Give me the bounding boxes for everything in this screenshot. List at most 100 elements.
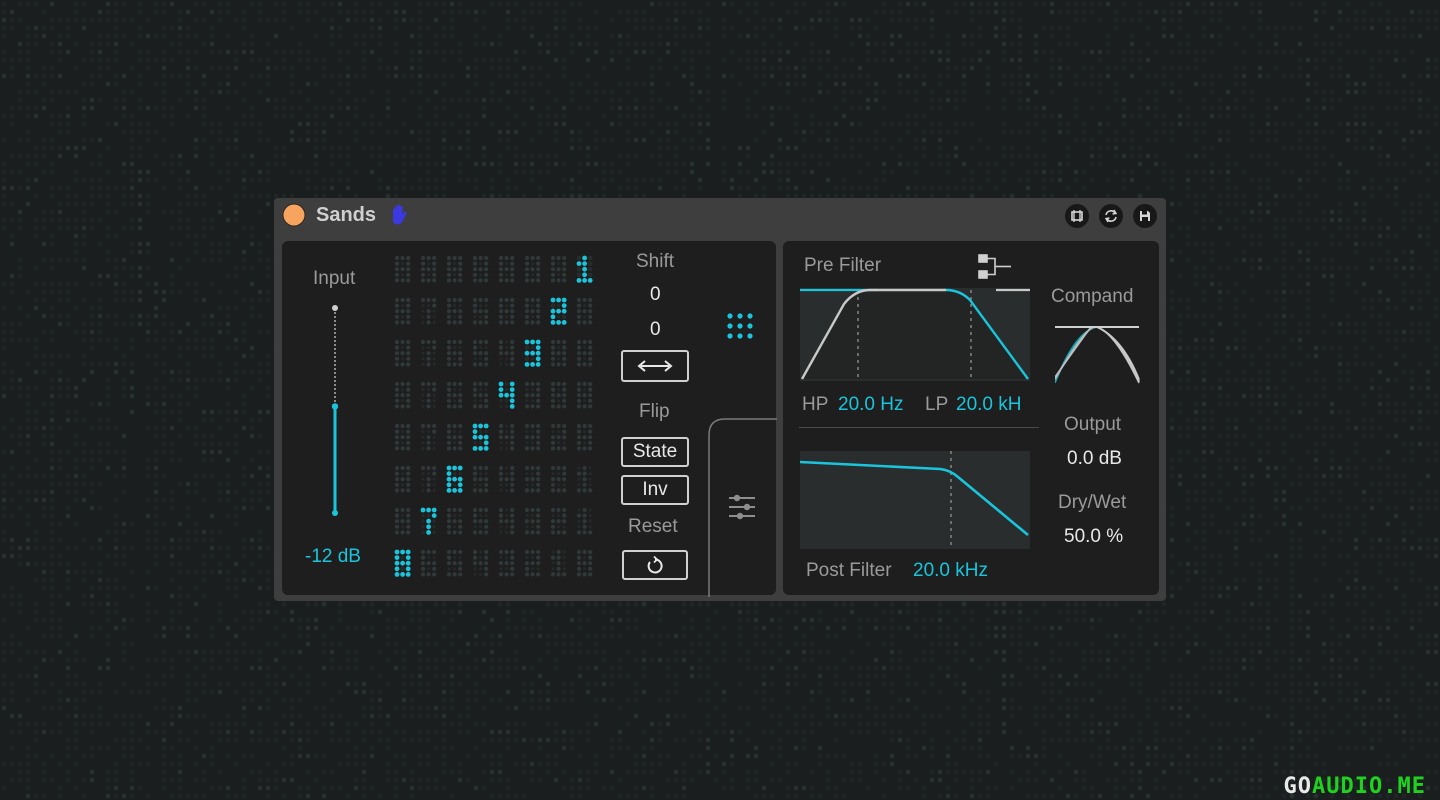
- post-filter-value[interactable]: 20.0 kHz: [913, 560, 988, 582]
- input-slider[interactable]: [328, 303, 342, 519]
- ghost-digit: [472, 549, 489, 577]
- ghost-digit: [420, 255, 437, 283]
- grid-dots-icon[interactable]: [726, 312, 758, 344]
- reset-button[interactable]: [622, 550, 688, 580]
- right-panel: Pre Filter HP 20.0 Hz LP 20.0 kH Post Fi…: [783, 241, 1159, 595]
- band-digit-2: [550, 297, 567, 325]
- ghost-digit: [498, 339, 515, 367]
- ghost-digit: [498, 423, 515, 451]
- ghost-digit: [394, 381, 411, 409]
- device-power-button[interactable]: [282, 203, 306, 227]
- pre-filter-label: Pre Filter: [804, 255, 882, 276]
- compand-label: Compand: [1051, 286, 1134, 307]
- freeze-button[interactable]: [1065, 204, 1089, 228]
- ghost-digit: [524, 255, 541, 283]
- ghost-digit: [472, 507, 489, 535]
- ghost-digit: [394, 423, 411, 451]
- ghost-digit: [524, 507, 541, 535]
- hot-swap-icon: [1104, 209, 1118, 223]
- save-preset-button[interactable]: [1133, 204, 1157, 228]
- ghost-digit: [420, 549, 437, 577]
- band-digit-4: [498, 381, 515, 409]
- output-value[interactable]: 0.0 dB: [1067, 448, 1122, 470]
- ghost-digit: [550, 381, 567, 409]
- ghost-digit: [576, 549, 593, 577]
- ghost-digit: [472, 255, 489, 283]
- ghost-digit: [576, 297, 593, 325]
- ghost-digit: [472, 297, 489, 325]
- input-label: Input: [313, 268, 356, 289]
- ghost-digit: [420, 465, 437, 493]
- ghost-digit: [394, 339, 411, 367]
- left-panel: Input -12 dB 1 2 3 4 5 6 7 8 Shift 0 0: [282, 241, 777, 597]
- reset-label: Reset: [628, 516, 678, 537]
- output-label: Output: [1064, 414, 1122, 435]
- band-shift-matrix[interactable]: [394, 251, 604, 587]
- flip-label: Flip: [639, 401, 670, 422]
- ghost-digit: [524, 549, 541, 577]
- hot-swap-button[interactable]: [1099, 204, 1123, 228]
- shift-value-2[interactable]: 0: [650, 319, 661, 341]
- sliders-icon[interactable]: [727, 492, 757, 522]
- ghost-digit: [446, 549, 463, 577]
- ghost-digit: [394, 255, 411, 283]
- shift-value-1[interactable]: 0: [650, 284, 661, 306]
- watermark-part1: GO: [1283, 774, 1313, 799]
- drywet-value[interactable]: 50.0 %: [1064, 526, 1123, 548]
- ghost-digit: [576, 381, 593, 409]
- band-digit-3: [524, 339, 541, 367]
- ghost-digit: [524, 381, 541, 409]
- ghost-digit: [576, 339, 593, 367]
- save-preset-icon: [1140, 211, 1150, 221]
- device-title-bar: Sands: [274, 198, 1166, 234]
- post-filter-graph[interactable]: [800, 451, 1030, 549]
- band-digit-1: [576, 255, 593, 283]
- ghost-digit: [550, 465, 567, 493]
- ghost-digit: [550, 255, 567, 283]
- compand-curve-icon[interactable]: [1055, 325, 1141, 385]
- hp-value[interactable]: 20.0 Hz: [838, 394, 903, 416]
- flip-state-button[interactable]: State: [621, 437, 689, 467]
- ghost-digit: [420, 339, 437, 367]
- ghost-digit: [524, 297, 541, 325]
- lp-value[interactable]: 20.0 kH: [956, 394, 1021, 416]
- watermark-part2: AUDIO.ME: [1312, 774, 1426, 799]
- ghost-digit: [524, 423, 541, 451]
- ghost-digit: [576, 465, 593, 493]
- ghost-digit: [498, 549, 515, 577]
- routing-icon[interactable]: [977, 253, 1013, 281]
- hp-label: HP: [802, 394, 829, 415]
- ghost-digit: [420, 297, 437, 325]
- ghost-digit: [420, 381, 437, 409]
- input-value: -12 dB: [305, 546, 361, 567]
- band-digit-7: [420, 507, 437, 535]
- hand-icon[interactable]: [387, 203, 411, 227]
- sands-device: Sands Input -12 dB Shift 0 0 Flip State …: [274, 198, 1166, 601]
- band-digit-8: [394, 549, 411, 577]
- ghost-digit: [446, 507, 463, 535]
- ghost-digit: [446, 339, 463, 367]
- ghost-digit: [472, 339, 489, 367]
- flip-inv-button[interactable]: Inv: [621, 475, 689, 505]
- band-digit-5: [472, 423, 489, 451]
- ghost-digit: [498, 297, 515, 325]
- ghost-digit: [446, 255, 463, 283]
- ghost-digit: [394, 507, 411, 535]
- ghost-digit: [498, 465, 515, 493]
- lp-label: LP: [925, 394, 949, 415]
- shift-label: Shift: [636, 251, 675, 272]
- reset-arrow-icon: [647, 555, 663, 574]
- drywet-label: Dry/Wet: [1058, 492, 1127, 513]
- shift-swap-button[interactable]: [621, 350, 689, 382]
- ghost-digit: [394, 465, 411, 493]
- ghost-digit: [394, 297, 411, 325]
- ghost-digit: [576, 507, 593, 535]
- ghost-digit: [550, 339, 567, 367]
- ghost-digit: [446, 297, 463, 325]
- ghost-digit: [472, 381, 489, 409]
- filter-divider: [799, 427, 1039, 428]
- pre-filter-graph[interactable]: [800, 288, 1030, 381]
- swap-arrows-icon: [637, 360, 673, 372]
- ghost-digit: [420, 423, 437, 451]
- ghost-digit: [550, 507, 567, 535]
